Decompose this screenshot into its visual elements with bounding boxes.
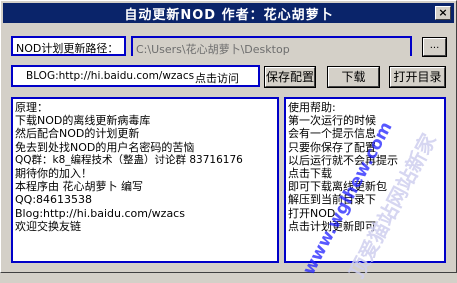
panel-line: QQ:84613538 — [15, 193, 93, 207]
path-label-box: NOD计划更新路径： — [11, 36, 126, 56]
panel-line: 使用帮助: — [288, 101, 336, 114]
path-input[interactable] — [133, 41, 410, 57]
path-label: NOD计划更新路径： — [16, 42, 119, 55]
panel-line: 原理： — [15, 101, 48, 114]
app-window: 自动更新NOD 作者：花心胡萝卜 × NOD计划更新路径： ... BLOG:h… — [0, 0, 457, 282]
title-bar[interactable]: 自动更新NOD 作者：花心胡萝卜 × — [3, 3, 454, 23]
panel-line: 本程序由 花心胡萝卜 编写 — [15, 180, 143, 194]
panel-line: 解压到当前目录下 — [288, 193, 376, 207]
panel-line: 免去到处找NOD的用户名密码的苦恼 — [15, 140, 195, 154]
blog-link-box: BLOG:http://hi.baidu.com/wzacs 点击访问 — [11, 65, 260, 87]
save-config-button[interactable]: 保存配置 — [264, 66, 316, 88]
download-button[interactable]: 下载 — [327, 66, 380, 88]
close-button[interactable]: × — [435, 6, 451, 20]
principle-panel: 原理： 下载NOD的离线更新病毒库 然后配合NOD的计划更新 免去到处找NOD的… — [11, 97, 279, 263]
panel-line: 第一次运行的时候 — [288, 114, 376, 128]
panel-line: Blog:http://hi.baidu.com/wzacs — [15, 206, 185, 220]
panel-line: 欢迎交换友链 — [15, 219, 81, 233]
panel-line: 下载NOD的离线更新病毒库 — [15, 114, 151, 128]
path-field-box — [131, 36, 412, 57]
panel-line: QQ群：k8_编程技术（整蛊）讨论群 83716176 — [15, 153, 243, 166]
open-directory-button[interactable]: 打开目录 — [389, 66, 446, 88]
window-title: 自动更新NOD 作者：花心胡萝卜 — [124, 7, 334, 23]
panel-line: 然后配合NOD的计划更新 — [15, 127, 140, 141]
panel-line: 期待你的加入！ — [15, 167, 92, 181]
panel-line: 打开NOD — [288, 206, 336, 220]
browse-button[interactable]: ... — [422, 37, 447, 57]
visit-blog-link[interactable]: 点击访问 — [195, 70, 239, 86]
blog-url-text: BLOG:http://hi.baidu.com/wzacs — [26, 70, 195, 82]
